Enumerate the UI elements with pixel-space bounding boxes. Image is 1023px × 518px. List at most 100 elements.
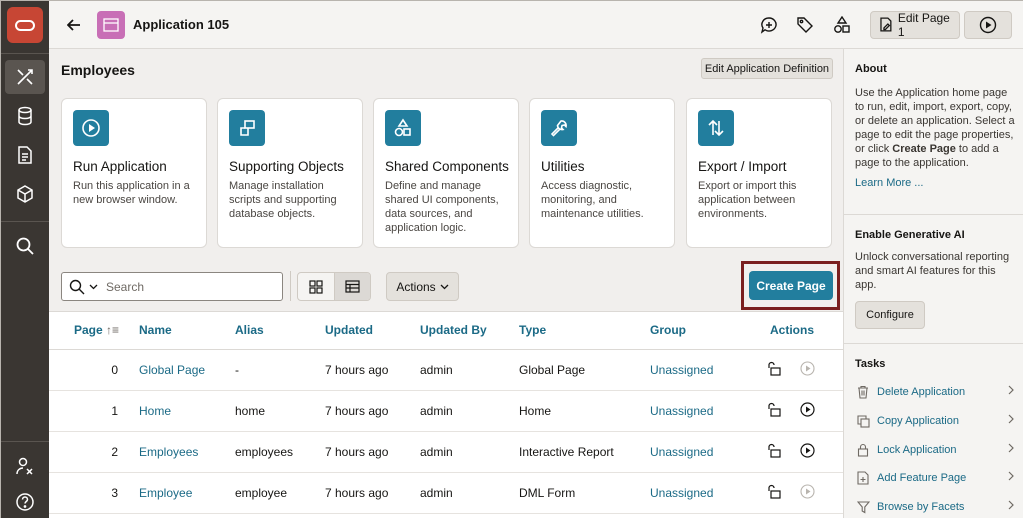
task-label: Add Feature Page: [877, 472, 967, 484]
page-number: 1: [49, 390, 139, 432]
edit-page-icon: [880, 17, 892, 32]
edit-application-definition-button[interactable]: Edit Application Definition: [701, 58, 833, 79]
about-text: Use the Application home page to run, ed…: [855, 87, 1015, 169]
run-page-button[interactable]: [964, 11, 1012, 39]
configure-button[interactable]: Configure: [855, 301, 925, 329]
rail-divider: [1, 53, 49, 54]
application-icon: [97, 11, 125, 39]
play-icon: [979, 16, 997, 34]
icon-view-button[interactable]: [298, 273, 334, 300]
add-page-icon: [855, 471, 871, 485]
actions-menu-button[interactable]: Actions: [386, 272, 459, 301]
page-group-link[interactable]: Unassigned: [650, 431, 753, 473]
actions-label: Actions: [396, 279, 436, 294]
play-icon-disabled: [800, 483, 815, 502]
page-name-link[interactable]: Global Page: [139, 349, 235, 391]
card-description: Export or import this application betwee…: [698, 180, 797, 220]
table-row: 3 Employee employee 7 hours ago admin DM…: [49, 472, 843, 514]
about-title: About: [855, 63, 887, 75]
chevron-down-icon[interactable]: [89, 284, 98, 290]
right-sidebar: About Use the Application home page to r…: [843, 49, 1023, 518]
page-group-link[interactable]: Unassigned: [650, 349, 753, 391]
oracle-logo-icon[interactable]: [7, 7, 43, 43]
help-icon[interactable]: [5, 485, 45, 518]
page-group-link[interactable]: Unassigned: [650, 390, 753, 432]
card-utilities[interactable]: Utilities Access diagnostic, monitoring,…: [529, 98, 675, 248]
chevron-right-icon: [1008, 443, 1014, 456]
tasks-section: Tasks Delete Application Copy Applicatio…: [844, 344, 1023, 518]
learn-more-link[interactable]: Learn More ...: [855, 177, 1023, 189]
card-supporting-objects[interactable]: Supporting Objects Manage installation s…: [217, 98, 363, 248]
unlock-icon[interactable]: [767, 361, 781, 379]
chat-add-icon[interactable]: [758, 15, 780, 35]
view-toggle: [297, 272, 371, 301]
card-description: Manage installation scripts and supporti…: [229, 180, 337, 220]
report-view-button[interactable]: [333, 273, 370, 300]
page-name-link[interactable]: Home: [139, 390, 235, 432]
page-updated-by: admin: [420, 472, 519, 514]
task-label: Browse by Facets: [877, 501, 965, 513]
row-actions: [753, 349, 843, 391]
card-title: Run Application: [73, 159, 167, 174]
create-page-button[interactable]: Create Page: [749, 271, 833, 300]
genai-title: Enable Generative AI: [855, 229, 965, 241]
toolbar-divider: [290, 271, 291, 301]
task-browse-by-facets[interactable]: Browse by Facets: [844, 497, 1023, 517]
column-header-updated[interactable]: Updated: [325, 312, 420, 350]
search-input[interactable]: Search: [106, 280, 144, 294]
page-alias: employee: [235, 472, 325, 514]
task-add-feature-page[interactable]: Add Feature Page: [844, 468, 1023, 488]
chevron-right-icon: [1008, 500, 1014, 513]
page-name-link[interactable]: Employees: [139, 431, 235, 473]
task-copy-application[interactable]: Copy Application: [844, 411, 1023, 431]
page-number: 3: [49, 472, 139, 514]
row-actions: [753, 390, 843, 432]
unlock-icon[interactable]: [767, 443, 781, 461]
left-nav-rail: [1, 1, 49, 518]
unlock-icon[interactable]: [767, 402, 781, 420]
database-icon[interactable]: [5, 99, 45, 133]
search-icon: [69, 279, 85, 294]
sql-workshop-icon[interactable]: [5, 138, 45, 172]
app-title: Application 105: [133, 17, 230, 32]
page-group-link[interactable]: Unassigned: [650, 472, 753, 514]
back-arrow-icon[interactable]: [63, 15, 85, 35]
genai-text: Unlock conversational reporting and smar…: [855, 251, 1010, 291]
column-header-updated-by[interactable]: Updated By: [420, 312, 519, 350]
column-header-name[interactable]: Name: [139, 312, 235, 350]
task-lock-application[interactable]: Lock Application: [844, 440, 1023, 460]
column-header-page[interactable]: Page ↑≡: [49, 312, 139, 350]
card-export-import[interactable]: Export / Import Export or import this ap…: [686, 98, 832, 248]
card-title: Utilities: [541, 159, 585, 174]
search-field[interactable]: Search: [61, 272, 283, 301]
gallery-box-icon[interactable]: [5, 177, 45, 211]
table-row: 0 Global Page - 7 hours ago admin Global…: [49, 349, 843, 391]
card-description: Define and manage shared UI components, …: [385, 180, 499, 234]
page-name-link[interactable]: Employee: [139, 472, 235, 514]
card-shared-components[interactable]: Shared Components Define and manage shar…: [373, 98, 519, 248]
shared-components-icon[interactable]: [831, 15, 853, 35]
column-header-group[interactable]: Group: [650, 312, 753, 350]
app-builder-icon[interactable]: [5, 60, 45, 94]
card-title: Supporting Objects: [229, 159, 344, 174]
pages-report: Page ↑≡ Name Alias Updated Updated By Ty…: [49, 311, 843, 518]
task-delete-application[interactable]: Delete Application: [844, 382, 1023, 402]
task-label: Delete Application: [877, 386, 966, 398]
supporting-objects-icon: [229, 110, 265, 146]
card-run-application[interactable]: Run Application Run this application in …: [61, 98, 207, 248]
tag-icon[interactable]: [794, 15, 816, 35]
edit-page-button[interactable]: Edit Page 1: [870, 11, 960, 39]
tasks-title: Tasks: [855, 358, 886, 370]
play-icon[interactable]: [800, 442, 815, 461]
column-header-type[interactable]: Type: [519, 312, 650, 350]
administration-icon[interactable]: [5, 449, 45, 483]
play-icon[interactable]: [800, 401, 815, 420]
table-row: 1 Home home 7 hours ago admin Home Unass…: [49, 390, 843, 432]
unlock-icon[interactable]: [767, 484, 781, 502]
column-header-alias[interactable]: Alias: [235, 312, 325, 350]
page-alias: -: [235, 349, 325, 391]
play-icon-disabled: [800, 360, 815, 379]
about-section: About Use the Application home page to r…: [844, 49, 1023, 215]
page-alias: employees: [235, 431, 325, 473]
search-icon[interactable]: [5, 229, 45, 263]
